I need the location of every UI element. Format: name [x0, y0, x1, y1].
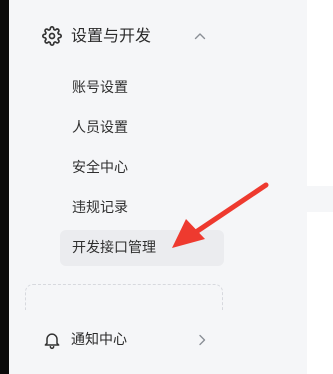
sidebar-item-security-center[interactable]: 安全中心 — [60, 150, 224, 186]
sidebar-item-label: 违规记录 — [72, 200, 128, 216]
settings-group-header[interactable]: 设置与开发 — [9, 18, 307, 54]
page: 设置与开发 账号设置 人员设置 安全中心 违规记录 开发接口管理 通知中心 — [0, 0, 333, 374]
sidebar-item-violation-records[interactable]: 违规记录 — [60, 190, 224, 226]
sidebar-item-notification-center[interactable]: 通知中心 — [9, 322, 307, 358]
sidebar-item-label: 通知中心 — [71, 332, 127, 348]
sidebar-item-api-management[interactable]: 开发接口管理 — [60, 230, 224, 266]
sidebar-item-label: 开发接口管理 — [72, 240, 156, 256]
gear-icon — [42, 26, 62, 46]
settings-group-title: 设置与开发 — [71, 26, 152, 45]
sidebar-item-label: 账号设置 — [72, 80, 128, 96]
window-left-edge — [0, 0, 9, 374]
sidebar-item-label: 安全中心 — [72, 160, 128, 176]
chevron-right-icon — [194, 332, 210, 348]
sidebar-item-account-settings[interactable]: 账号设置 — [60, 70, 224, 106]
content-panel-divider — [307, 186, 333, 212]
bell-icon — [42, 330, 62, 350]
chevron-up-icon — [192, 28, 208, 44]
sidebar-item-label: 人员设置 — [72, 120, 128, 136]
sidebar-item-member-settings[interactable]: 人员设置 — [60, 110, 224, 146]
